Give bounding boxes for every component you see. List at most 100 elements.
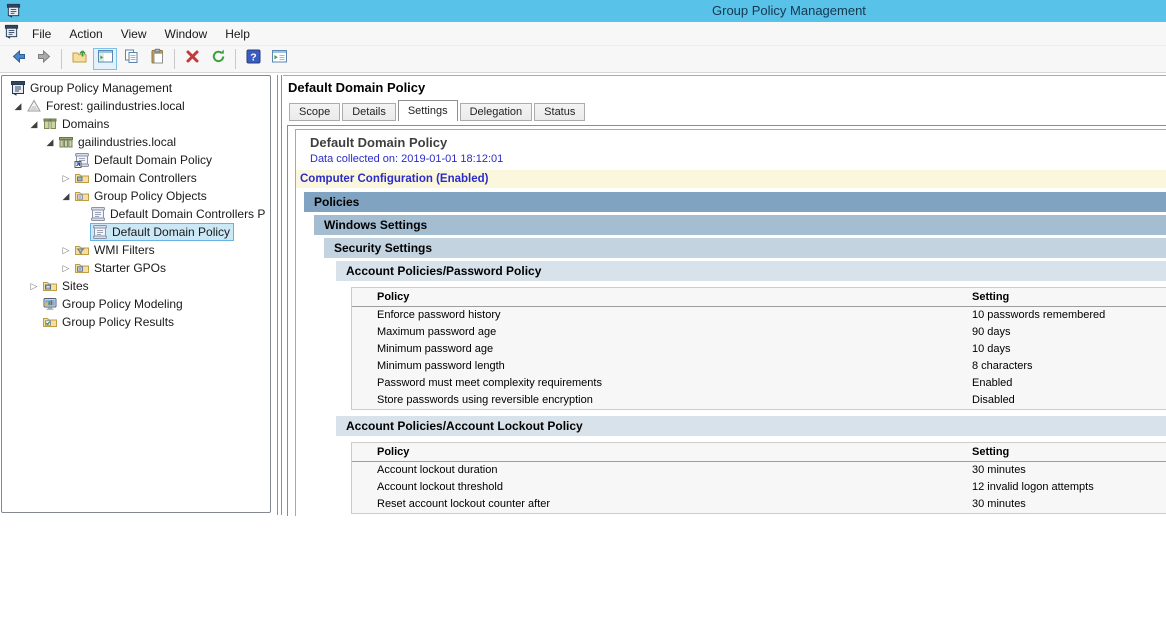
policy-cell: Password must meet complexity requiremen… <box>352 375 972 392</box>
tree-item-group-policy-modeling[interactable]: Group Policy Modeling <box>2 295 270 313</box>
column-header-setting: Setting <box>972 443 1166 461</box>
expander-collapsed-icon[interactable]: ▷ <box>58 173 74 184</box>
delete-icon <box>184 48 201 70</box>
copy-button[interactable] <box>119 48 143 70</box>
tab-details[interactable]: Details <box>342 103 396 121</box>
setting-cell: Disabled <box>972 392 1166 409</box>
tree-item-label: Group Policy Results <box>62 315 174 329</box>
new-window-icon <box>271 48 288 70</box>
window-title: Group Policy Management <box>712 3 866 18</box>
expander-collapsed-icon[interactable]: ▷ <box>58 263 74 274</box>
help-icon: ? <box>245 48 262 70</box>
tree-item-gpm-root[interactable]: Group Policy Management <box>2 79 270 97</box>
account-lockout-policy-table: Policy Setting Account lockout duration3… <box>351 442 1166 514</box>
table-row: Enforce password history10 passwords rem… <box>352 307 1166 324</box>
gpmc-menu-icon <box>4 24 19 44</box>
export-list-button[interactable] <box>67 48 91 70</box>
table-header-row: Policy Setting <box>352 288 1166 307</box>
forest-icon <box>26 98 42 114</box>
forward-icon <box>36 48 53 70</box>
tree-item-default-domain-policy-link[interactable]: Default Domain Policy <box>2 151 270 169</box>
tree-item-label: gailindustries.local <box>78 135 176 149</box>
section-banner-windows-settings[interactable]: Windows Settings <box>314 215 1166 235</box>
setting-cell: 90 days <box>972 324 1166 341</box>
tree-item-starter-gpos[interactable]: ▷ Starter GPOs <box>2 259 270 277</box>
table-row: Reset account lockout counter after30 mi… <box>352 496 1166 513</box>
table-row: Maximum password age90 days <box>352 324 1166 341</box>
tree-item-sites[interactable]: ▷ Sites <box>2 277 270 295</box>
computer-configuration-banner[interactable]: Computer Configuration (Enabled) <box>296 170 1166 188</box>
tree-selection[interactable]: Default Domain Policy <box>90 223 234 241</box>
tree-item-wmi-filters[interactable]: ▷ WMI Filters <box>2 241 270 259</box>
settings-report: Default Domain Policy Data collected on:… <box>295 129 1166 516</box>
policy-cell: Reset account lockout counter after <box>352 496 972 513</box>
tree-item-label: Default Domain Policy <box>94 153 212 167</box>
setting-cell: 12 invalid logon attempts <box>972 479 1166 496</box>
table-row: Minimum password age10 days <box>352 341 1166 358</box>
column-header-setting: Setting <box>972 288 1166 306</box>
setting-cell: 10 days <box>972 341 1166 358</box>
setting-cell: 30 minutes <box>972 462 1166 479</box>
column-header-policy: Policy <box>352 288 972 306</box>
title-bar: Group Policy Management <box>0 0 1166 22</box>
tree-item-group-policy-results[interactable]: Group Policy Results <box>2 313 270 331</box>
tab-scope[interactable]: Scope <box>289 103 340 121</box>
tab-settings[interactable]: Settings <box>398 100 458 121</box>
tree-item-label: Starter GPOs <box>94 261 166 275</box>
tab-delegation[interactable]: Delegation <box>460 103 533 121</box>
tree-item-domain[interactable]: ◢ gailindustries.local <box>2 133 270 151</box>
password-policy-table: Policy Setting Enforce password history1… <box>351 287 1166 410</box>
report-collected-timestamp: Data collected on: 2019-01-01 18:12:01 <box>310 153 1166 165</box>
paste-button[interactable] <box>145 48 169 70</box>
menu-file[interactable]: File <box>23 24 60 44</box>
gpo-icon <box>92 224 108 240</box>
section-banner-policies[interactable]: Policies <box>304 192 1166 212</box>
section-banner-password-policy[interactable]: Account Policies/Password Policy <box>336 261 1166 281</box>
back-button[interactable] <box>6 48 30 70</box>
menu-action[interactable]: Action <box>60 24 111 44</box>
show-console-tree-button[interactable] <box>93 48 117 70</box>
tree-item-label: Group Policy Management <box>30 81 172 95</box>
tab-status[interactable]: Status <box>534 103 585 121</box>
delete-button[interactable] <box>180 48 204 70</box>
tree-item-domains[interactable]: ◢ Domains <box>2 115 270 133</box>
menu-bar: File Action View Window Help <box>0 22 1166 46</box>
pane-splitter[interactable] <box>281 75 282 515</box>
paste-icon <box>149 48 166 70</box>
gpo-folder-icon <box>74 188 90 204</box>
tree-item-default-domain-controllers-policy[interactable]: Default Domain Controllers P <box>2 205 270 223</box>
results-icon <box>42 314 58 330</box>
section-banner-account-lockout-policy[interactable]: Account Policies/Account Lockout Policy <box>336 416 1166 436</box>
menu-window[interactable]: Window <box>156 24 217 44</box>
column-header-policy: Policy <box>352 443 972 461</box>
refresh-button[interactable] <box>206 48 230 70</box>
menu-view[interactable]: View <box>112 24 156 44</box>
tree-item-default-domain-policy-selected[interactable]: Default Domain Policy <box>2 223 270 241</box>
domain-icon <box>58 134 74 150</box>
tree-item-domain-controllers[interactable]: ▷ Domain Controllers <box>2 169 270 187</box>
policy-cell: Maximum password age <box>352 324 972 341</box>
copy-icon <box>123 48 140 70</box>
table-row: Password must meet complexity requiremen… <box>352 375 1166 392</box>
expander-expanded-icon[interactable]: ◢ <box>26 119 42 130</box>
expander-expanded-icon[interactable]: ◢ <box>58 191 74 202</box>
setting-cell: 30 minutes <box>972 496 1166 513</box>
pane-splitter[interactable] <box>277 75 278 515</box>
table-row: Store passwords using reversible encrypt… <box>352 392 1166 409</box>
toolbar-separator <box>174 49 175 69</box>
section-banner-security-settings[interactable]: Security Settings <box>324 238 1166 258</box>
forward-button[interactable] <box>32 48 56 70</box>
expander-collapsed-icon[interactable]: ▷ <box>58 245 74 256</box>
toolbar-separator <box>235 49 236 69</box>
tree-item-group-policy-objects[interactable]: ◢ Group Policy Objects <box>2 187 270 205</box>
new-window-button[interactable] <box>267 48 291 70</box>
tree-item-forest[interactable]: ◢ Forest: gailindustries.local <box>2 97 270 115</box>
help-button[interactable]: ? <box>241 48 265 70</box>
tree-item-label: Default Domain Controllers P <box>110 207 265 221</box>
expander-collapsed-icon[interactable]: ▷ <box>26 281 42 292</box>
expander-expanded-icon[interactable]: ◢ <box>10 101 26 112</box>
policy-cell: Account lockout duration <box>352 462 972 479</box>
table-row: Minimum password length8 characters <box>352 358 1166 375</box>
menu-help[interactable]: Help <box>216 24 259 44</box>
expander-expanded-icon[interactable]: ◢ <box>42 137 58 148</box>
